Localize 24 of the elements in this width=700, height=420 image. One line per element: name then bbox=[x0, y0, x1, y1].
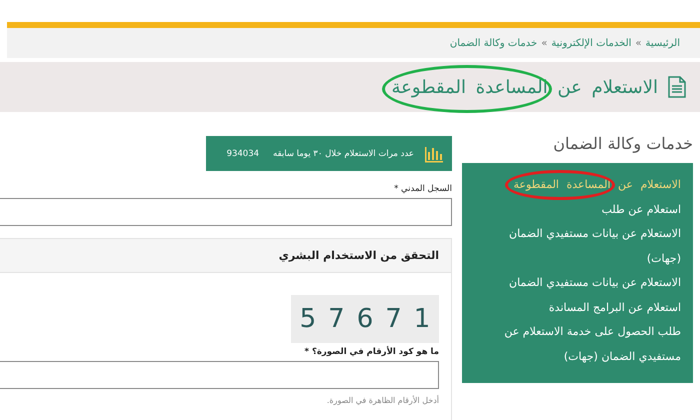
breadcrumb-link[interactable]: الرئيسية bbox=[646, 38, 680, 48]
breadcrumb-separator: » bbox=[635, 38, 642, 48]
document-icon bbox=[668, 76, 686, 98]
sidebar-item[interactable]: استعلام عن البرامج المساندة bbox=[548, 296, 681, 320]
field-hint: أدخل الأرقام الظاهرة في الصورة. bbox=[326, 396, 439, 405]
breadcrumb-link[interactable]: الخدمات الإلكترونية bbox=[551, 38, 632, 48]
captcha-field[interactable] bbox=[0, 361, 439, 389]
sidebar-item[interactable]: طلب الحصول على خدمة الاستعلام عن مستفيدي الضمان (جهات) bbox=[472, 320, 681, 369]
bar-chart-icon bbox=[424, 144, 444, 162]
captcha-image: 57671 bbox=[291, 295, 439, 343]
field-label: ما هو كود الأرقام في الصورة؟ * bbox=[304, 347, 439, 357]
page-title: الاستعلام عن المساعدة المقطوعة bbox=[392, 76, 658, 98]
civil-id-field[interactable] bbox=[0, 198, 452, 226]
breadcrumb-separator: » bbox=[541, 38, 548, 48]
field-label: السجل المدني * bbox=[393, 184, 452, 194]
sidebar-title: خدمات وكالة الضمان bbox=[552, 134, 693, 153]
stats-value: 934034 bbox=[226, 148, 260, 158]
panel-title: التحقق من الاستخدام البشري bbox=[278, 249, 439, 262]
stats-label: عدد مرات الاستعلام خلال ٣٠ يوما سابقه bbox=[273, 148, 414, 158]
breadcrumb-link[interactable]: خدمات وكالة الضمان bbox=[450, 38, 538, 48]
sidebar-item[interactable]: الاستعلام عن بيانات مستفيدي الضمان (جهات) bbox=[472, 222, 681, 271]
sidebar-item[interactable]: الاستعلام عن المساعدة المقطوعة bbox=[513, 173, 681, 198]
sidebar-item[interactable]: الاستعلام عن بيانات مستفيدي الضمان bbox=[509, 271, 681, 296]
sidebar-item[interactable]: استعلام عن طلب bbox=[602, 198, 681, 222]
